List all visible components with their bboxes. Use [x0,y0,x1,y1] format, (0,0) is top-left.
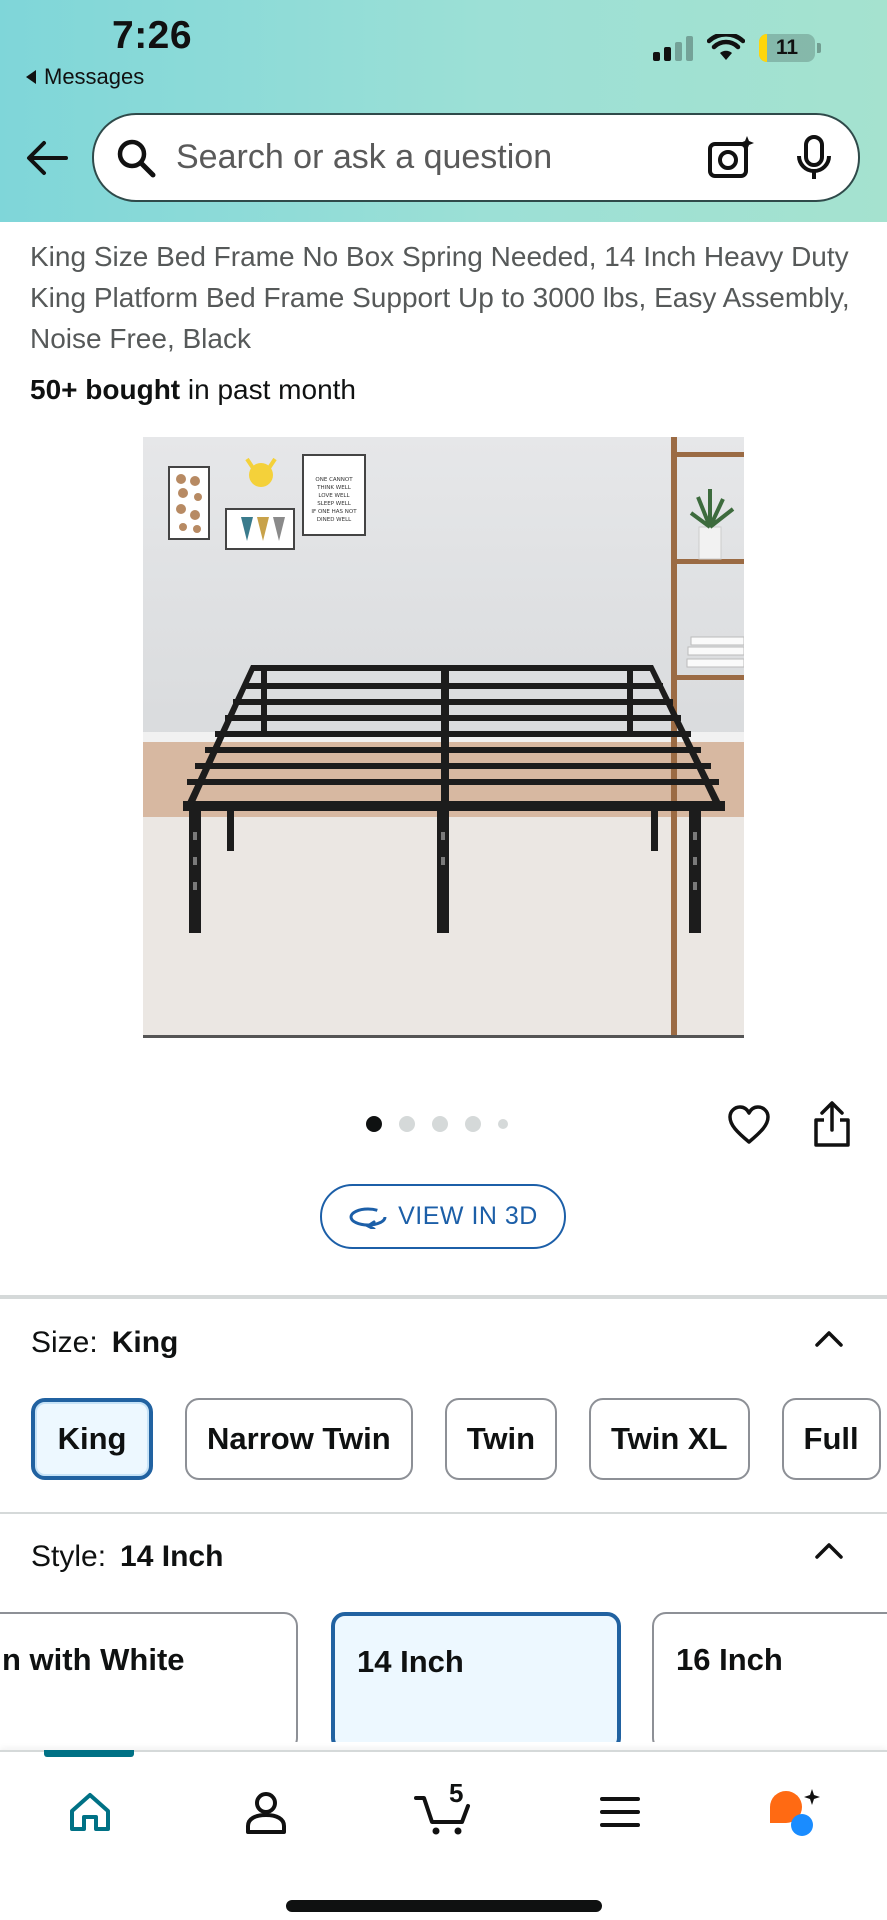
size-option-label: Twin [466,1421,536,1456]
bought-count-bold: 50+ bought [30,374,181,405]
product-title: King Size Bed Frame No Box Spring Needed… [30,241,850,354]
view-in-3d-button[interactable]: VIEW IN 3D [320,1184,566,1249]
search-bar[interactable]: Search or ask a question [92,113,860,202]
search-input[interactable]: Search or ask a question [176,138,706,177]
tab-menu[interactable] [590,1782,650,1842]
status-icons: 11 [653,34,821,62]
poster-line-2: THINK WELL [316,485,352,491]
poster-line-4: SLEEP WELL [317,501,352,507]
back-triangle-icon [26,70,36,84]
microphone-icon[interactable] [794,134,834,182]
size-option-label: Narrow Twin [207,1421,391,1456]
poster-line-1: ONE CANNOT [315,477,353,483]
battery-percent: 11 [775,36,799,59]
section-divider [0,1295,887,1299]
back-app-label: Messages [44,64,145,89]
style-selected-value: 14 Inch [120,1540,224,1573]
size-option-label: Full [803,1421,859,1456]
carousel-dot[interactable] [498,1119,508,1129]
back-to-messages-link[interactable]: Messages [26,64,144,90]
poster-line-3: LOVE WELL [318,493,350,499]
cellular-signal-icon [653,35,693,61]
heart-icon[interactable] [727,1104,771,1146]
size-selected-value: King [111,1326,179,1359]
home-icon [70,1793,110,1831]
carousel-dot[interactable] [432,1116,448,1132]
size-option-full[interactable]: Full [781,1398,881,1480]
tab-account[interactable] [236,1782,296,1842]
tab-rufus[interactable] [764,1782,824,1842]
view-in-3d-label: VIEW IN 3D [398,1202,538,1230]
size-option-label: Twin XL [611,1421,728,1456]
style-label: Style: 14 Inch [31,1540,223,1574]
rotate-3d-icon [349,1207,387,1229]
carousel-dot[interactable] [465,1116,481,1132]
size-option-king[interactable]: King [31,1398,153,1480]
style-option-label: n with White [2,1642,185,1677]
collapse-size-chevron-up-icon[interactable] [814,1328,844,1348]
size-option-narrow-twin[interactable]: Narrow Twin [185,1398,413,1480]
carousel-dot[interactable] [366,1116,382,1132]
app-header: 7:26 Messages 11 Search or ask a questio… [0,0,887,222]
size-label: Size: King [31,1326,178,1360]
camera-search-icon[interactable] [706,134,754,182]
rufus-assistant-icon [770,1789,820,1836]
status-time: 7:26 [112,14,193,57]
back-arrow-icon[interactable] [24,138,70,178]
bought-count: 50+ bought in past month [30,374,356,406]
style-option-16-inch[interactable]: 16 Inch [652,1612,887,1742]
image-carousel-dots[interactable] [366,1116,508,1132]
share-icon[interactable] [810,1100,854,1148]
size-options: King Narrow Twin Twin Twin XL Full [31,1398,881,1480]
poster-line-6: DINED WELL [317,517,352,523]
home-indicator-bar [286,1900,602,1912]
style-options: n with White 14 Inch 16 Inch [0,1612,887,1742]
section-divider [0,1512,887,1514]
product-image[interactable]: ONE CANNOT THINK WELL LOVE WELL SLEEP WE… [143,437,744,1038]
active-tab-indicator [44,1750,134,1757]
style-option-with-white[interactable]: n with White [0,1612,298,1742]
cart-icon [414,1796,470,1835]
collapse-style-chevron-up-icon[interactable] [814,1540,844,1560]
wifi-icon [707,34,745,60]
bottom-tab-bar: 5 [0,1750,887,1920]
style-label-text: Style: [31,1540,107,1573]
battery-icon: 11 [759,34,815,62]
poster-line-5: IF ONE HAS NOT [311,509,357,515]
size-option-twin[interactable]: Twin [444,1398,558,1480]
style-option-label: 14 Inch [357,1644,464,1679]
size-label-text: Size: [31,1326,98,1359]
search-icon [117,139,156,177]
tab-home[interactable] [60,1782,120,1842]
style-option-label: 16 Inch [676,1642,783,1677]
carousel-dot[interactable] [399,1116,415,1132]
style-option-14-inch[interactable]: 14 Inch [331,1612,621,1742]
account-icon [246,1792,286,1834]
tab-cart[interactable]: 5 [413,1778,477,1842]
menu-icon [600,1797,640,1827]
bought-count-rest: in past month [180,374,356,405]
cart-count-badge: 5 [449,1778,464,1808]
size-option-label: King [57,1421,127,1456]
size-option-twin-xl[interactable]: Twin XL [589,1398,750,1480]
